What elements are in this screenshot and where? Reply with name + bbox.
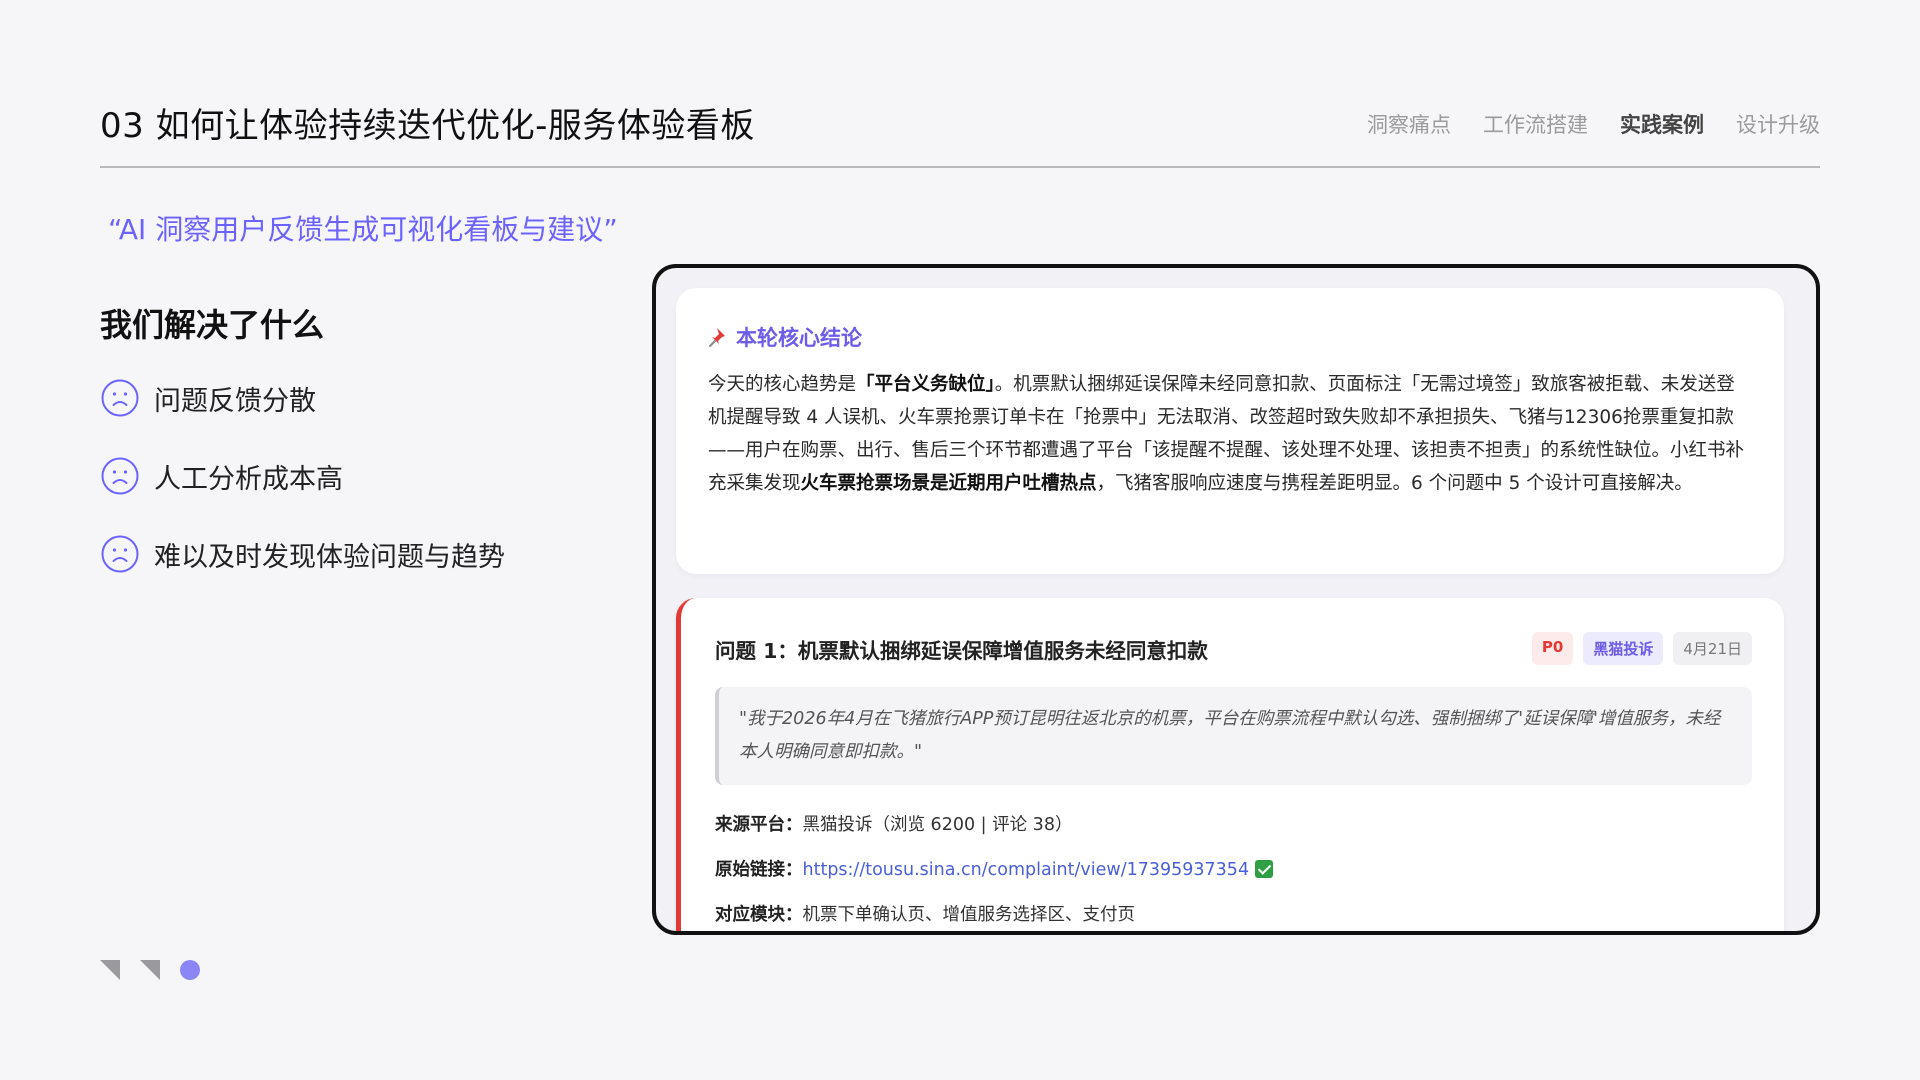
nav-item-insight[interactable]: 洞察痛点 — [1367, 109, 1451, 139]
source-platform-row: 来源平台：黑猫投诉（浏览 6200 | 评论 38） — [715, 803, 1752, 848]
nav-item-workflow[interactable]: 工作流搭建 — [1483, 109, 1588, 139]
priority-badge: P0 — [1531, 632, 1574, 665]
pager-active-dot[interactable] — [180, 960, 200, 980]
module-row: 对应模块：机票下单确认页、增值服务选择区、支付页 — [715, 893, 1752, 931]
original-link[interactable]: https://tousu.sina.cn/complaint/view/173… — [803, 860, 1250, 880]
conclusion-body: 今天的核心趋势是「平台义务缺位」。机票默认捆绑延误保障未经同意扣款、页面标注「无… — [708, 368, 1752, 500]
problem-label: 难以及时发现体验问题与趋势 — [154, 541, 505, 573]
conclusion-title: 本轮核心结论 — [736, 326, 862, 350]
issue-card[interactable]: 问题 1：机票默认捆绑延误保障增值服务未经同意扣款 P0 黑猫投诉 4月21日 … — [676, 598, 1784, 931]
problem-item: 人工分析成本高 — [100, 456, 505, 496]
sad-face-icon — [101, 379, 139, 417]
date-badge: 4月21日 — [1673, 632, 1752, 665]
source-platform-value: 黑猫投诉（浏览 6200 | 评论 38） — [802, 815, 1073, 835]
pager-marker-icon[interactable] — [140, 960, 160, 980]
pager-marker-icon[interactable] — [100, 960, 120, 980]
module-label: 对应模块： — [715, 905, 803, 925]
user-feedback-quote: "我于2026年4月在飞猪旅行APP预订昆明往返北京的机票，平台在购票流程中默认… — [715, 687, 1752, 785]
check-mark-icon — [1255, 860, 1274, 878]
top-nav: 洞察痛点 工作流搭建 实践案例 设计升级 — [1367, 109, 1820, 139]
original-link-label: 原始链接： — [715, 860, 803, 880]
solved-heading: 我们解决了什么 — [100, 306, 325, 344]
sad-face-icon — [101, 535, 139, 573]
header-divider — [100, 166, 1820, 168]
pushpin-icon — [709, 328, 725, 347]
conclusion-card: 本轮核心结论 今天的核心趋势是「平台义务缺位」。机票默认捆绑延误保障未经同意扣款… — [676, 288, 1784, 574]
conclusion-highlight: 火车票抢票场景是近期用户吐槽热点 — [800, 473, 1097, 494]
conclusion-text: 今天的核心趋势是 — [708, 374, 857, 395]
nav-item-case[interactable]: 实践案例 — [1620, 109, 1704, 139]
source-platform-label: 来源平台： — [715, 815, 803, 835]
conclusion-highlight: 「平台义务缺位」 — [856, 374, 995, 395]
problem-item: 难以及时发现体验问题与趋势 — [100, 534, 505, 574]
module-value: 机票下单确认页、增值服务选择区、支付页 — [802, 905, 1136, 925]
issue-title: 问题 1：机票默认捆绑延误保障增值服务未经同意扣款 — [715, 638, 1208, 663]
problem-item: 问题反馈分散 — [100, 378, 505, 418]
source-badge: 黑猫投诉 — [1583, 632, 1664, 665]
original-link-row: 原始链接：https://tousu.sina.cn/complaint/vie… — [715, 848, 1752, 893]
problem-list: 问题反馈分散 人工分析成本高 难以及时发现体验问题与趋势 — [100, 378, 505, 612]
subtitle-quote: “AI 洞察用户反馈生成可视化看板与建议” — [108, 213, 618, 246]
sad-face-icon — [101, 457, 139, 495]
nav-item-upgrade[interactable]: 设计升级 — [1736, 109, 1820, 139]
conclusion-text: ，飞猪客服响应速度与携程差距明显。6 个问题中 5 个设计可直接解决。 — [1096, 473, 1693, 494]
issue-badges: P0 黑猫投诉 4月21日 — [1531, 632, 1752, 665]
slide-pager — [100, 960, 200, 980]
issue-header: 问题 1：机票默认捆绑延误保障增值服务未经同意扣款 P0 黑猫投诉 4月21日 — [715, 632, 1752, 665]
conclusion-header: 本轮核心结论 — [708, 322, 1752, 352]
dashboard-panel: 本轮核心结论 今天的核心趋势是「平台义务缺位」。机票默认捆绑延误保障未经同意扣款… — [652, 264, 1820, 935]
problem-label: 问题反馈分散 — [154, 385, 316, 417]
problem-label: 人工分析成本高 — [154, 463, 343, 495]
page-title: 03 如何让体验持续迭代优化-服务体验看板 — [100, 106, 755, 146]
